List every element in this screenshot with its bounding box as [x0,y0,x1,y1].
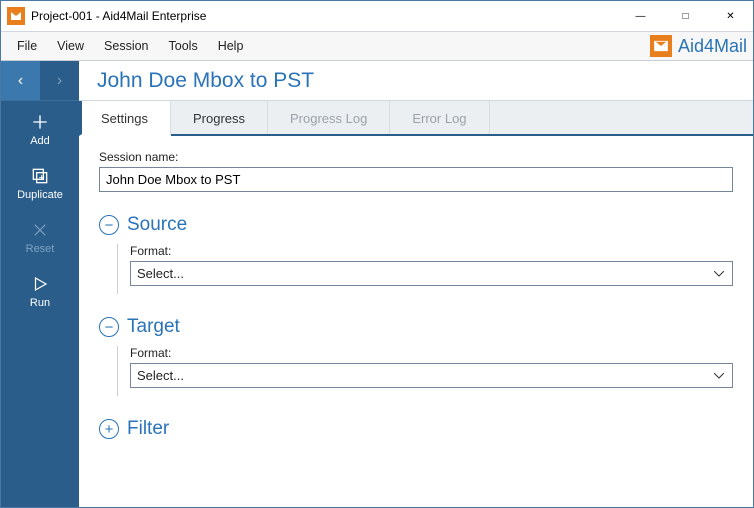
main: John Doe Mbox to PST Settings Progress P… [79,61,753,507]
source-title: Source [127,214,187,236]
brand: Aid4Mail [650,35,747,57]
window-controls: — □ ✕ [618,1,753,31]
collapse-icon: − [99,317,119,337]
target-section: − Target Format: Select... [99,316,733,396]
source-header[interactable]: − Source [99,214,733,236]
plus-icon [29,111,51,133]
session-name-label: Session name: [99,150,733,164]
window-title: Project-001 - Aid4Mail Enterprise [31,9,618,23]
add-label: Add [30,135,50,147]
close-icon [29,219,51,241]
close-button[interactable]: ✕ [708,1,753,31]
duplicate-label: Duplicate [17,189,63,201]
collapse-icon: − [99,215,119,235]
target-header[interactable]: − Target [99,316,733,338]
run-button[interactable]: Run [1,263,79,317]
filter-header[interactable]: + Filter [99,418,733,440]
settings-panel: Session name: − Source Format: Select... [79,136,753,507]
tab-settings[interactable]: Settings [79,101,171,136]
target-title: Target [127,316,180,338]
app-icon [7,7,25,25]
brand-text: Aid4Mail [678,36,747,57]
tab-error-log[interactable]: Error Log [390,101,489,134]
filter-title: Filter [127,418,169,440]
menu-tools[interactable]: Tools [159,35,208,57]
next-session-button[interactable]: › [40,61,79,100]
menu-bar: File View Session Tools Help Aid4Mail [1,31,753,61]
minimize-button[interactable]: — [618,1,663,31]
menu-session[interactable]: Session [94,35,158,57]
tab-strip: Settings Progress Progress Log Error Log [79,101,753,136]
tab-progress[interactable]: Progress [171,101,268,134]
source-format-select[interactable]: Select... [130,261,733,286]
target-format-select[interactable]: Select... [130,363,733,388]
tab-progress-log[interactable]: Progress Log [268,101,390,134]
maximize-button[interactable]: □ [663,1,708,31]
play-icon [29,273,51,295]
menu-help[interactable]: Help [208,35,254,57]
prev-session-button[interactable]: ‹ [1,61,40,100]
brand-icon [650,35,672,57]
duplicate-icon [29,165,51,187]
run-label: Run [30,297,50,309]
menu-file[interactable]: File [7,35,47,57]
title-bar: Project-001 - Aid4Mail Enterprise — □ ✕ [1,1,753,31]
expand-icon: + [99,419,119,439]
session-name-input[interactable] [99,167,733,192]
session-nav: ‹ › [1,61,79,101]
source-section: − Source Format: Select... [99,214,733,294]
duplicate-button[interactable]: Duplicate [1,155,79,209]
reset-label: Reset [26,243,55,255]
add-button[interactable]: Add [1,101,79,155]
target-format-label: Format: [130,346,733,360]
menu-view[interactable]: View [47,35,94,57]
filter-section: + Filter [99,418,733,440]
source-format-label: Format: [130,244,733,258]
sidebar: ‹ › Add Duplicate Reset Run [1,61,79,507]
session-title: John Doe Mbox to PST [79,61,753,101]
reset-button[interactable]: Reset [1,209,79,263]
